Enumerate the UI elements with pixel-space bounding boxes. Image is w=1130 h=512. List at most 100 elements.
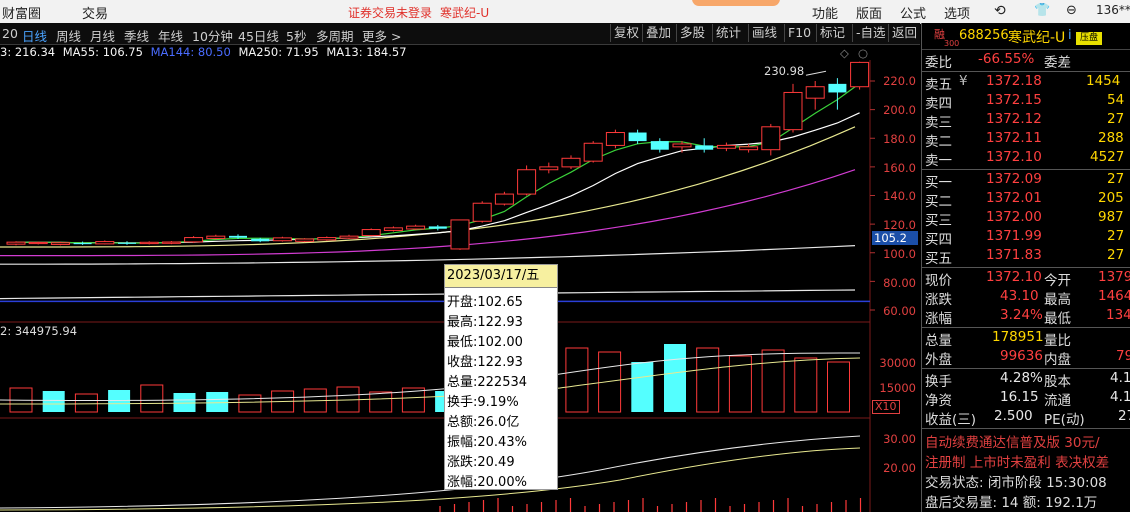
minus-circle-icon[interactable]: ⊖ [1066, 3, 1077, 18]
stat-value: 16.15 [1000, 389, 1039, 405]
volume-bar [206, 392, 229, 412]
ask-price: 1372.12 [986, 111, 1042, 127]
tooltip-amplitude: 振幅:20.43% [447, 435, 527, 450]
candle-body [95, 241, 115, 245]
candle-body [472, 202, 492, 222]
ask-row[interactable]: 卖二 1372.11 288 [922, 130, 1130, 150]
btn-stats[interactable]: 统计 [712, 24, 744, 42]
shirt-icon[interactable]: 👕 [1034, 3, 1050, 18]
period-multi[interactable]: 多周期 [316, 26, 354, 45]
stat-label: 内盘 [1044, 352, 1071, 368]
candle-body [828, 83, 847, 93]
stock-name: 寒武纪-U [1008, 30, 1066, 46]
ask-row[interactable]: 卖四 1372.15 54 [922, 92, 1130, 112]
ask-row[interactable]: 卖一 1372.10 4527 [922, 149, 1130, 169]
period-10min[interactable]: 10分钟 [192, 26, 233, 45]
stat-value: 79 [1116, 348, 1130, 364]
menu-logo[interactable]: 财富圈 [2, 3, 41, 22]
bid-row[interactable]: 买一 1372.09 27 [922, 171, 1130, 191]
period-year[interactable]: 年线 [158, 26, 183, 45]
stat-label: PE(动) [1044, 412, 1085, 428]
btn-draw[interactable]: 画线 [748, 24, 780, 42]
chip-icon[interactable]: 压盘 [1076, 32, 1102, 45]
price-axis-label: 140.0 [883, 189, 916, 203]
period-45day[interactable]: 45日线 [238, 26, 279, 45]
candle-body [716, 144, 736, 149]
period-week[interactable]: 周线 [56, 26, 81, 45]
bid-label: 买五 [925, 251, 952, 267]
stat-value: 27 [1118, 408, 1130, 424]
stat-row: 换手 4.28% 股本 4.1 [922, 370, 1130, 390]
window-stock-title: 寒武纪-U [440, 6, 490, 20]
period-5sec[interactable]: 5秒 [286, 26, 306, 45]
news-line[interactable]: 注册制 上市时未盈利 表决权差 [925, 451, 1109, 471]
high-mark-arrow [805, 70, 827, 76]
volume-label: 2: 344975.94 [0, 324, 78, 338]
candle-body [139, 241, 159, 245]
period-month[interactable]: 月线 [90, 26, 115, 45]
btn-watchlist[interactable]: -自选 [852, 24, 889, 42]
menu-trade[interactable]: 交易 [82, 3, 108, 22]
bid-label: 买一 [925, 175, 952, 191]
bid-qty: 987 [1098, 209, 1124, 225]
stat-label: 最低 [1044, 311, 1071, 327]
ask-row[interactable]: 卖五 ¥ 1372.18 1454 [922, 73, 1130, 93]
quote-header: 融 300 688256 寒武纪-U i 压盘 [922, 23, 1130, 50]
index-300-tag: 300 [944, 39, 960, 48]
account-label[interactable]: 136*** [1096, 3, 1130, 17]
menu-layout[interactable]: 版面 [856, 3, 882, 22]
btn-multistock[interactable]: 多股 [676, 24, 708, 42]
menu-options[interactable]: 选项 [944, 3, 970, 22]
candle-body [295, 238, 315, 242]
bid-row[interactable]: 买四 1371.99 27 [922, 228, 1130, 248]
refresh-icon[interactable]: ⟲ [994, 3, 1006, 19]
btn-back[interactable]: 返回 [888, 24, 920, 42]
candle-body [161, 241, 181, 244]
volume-bar [631, 362, 654, 412]
candle-body [383, 227, 403, 231]
ma55-value: MA55: 106.75 [62, 45, 143, 59]
high-mark-label: 230.98 [764, 64, 805, 78]
weibi-value: -66.55% [978, 51, 1035, 67]
stat-value: 1464 [1098, 288, 1130, 304]
after-hours-volume: 盘后交易量: 14 额: 192.1万 [925, 495, 1098, 511]
info-badge[interactable]: i [1068, 28, 1072, 43]
news-line[interactable]: 自动续费通达信普及版 30元/ [925, 431, 1100, 451]
btn-f10[interactable]: F10 [784, 24, 814, 42]
ask-price: 1372.18 [986, 73, 1042, 89]
ask-row[interactable]: 卖三 1372.12 27 [922, 111, 1130, 131]
diamond-icon[interactable]: ◇ [840, 46, 849, 60]
btn-fuquan[interactable]: 复权 [610, 24, 642, 42]
candle-body [206, 235, 226, 239]
btn-mark[interactable]: 标记 [816, 24, 848, 42]
bid-label: 买二 [925, 194, 952, 210]
stat-label: 外盘 [925, 352, 952, 368]
menu-function[interactable]: 功能 [812, 3, 838, 22]
bid-row[interactable]: 买二 1372.01 205 [922, 190, 1130, 210]
period-quarter[interactable]: 季线 [124, 26, 149, 45]
bid-qty: 27 [1107, 247, 1125, 263]
period-more[interactable]: 更多 > [362, 26, 401, 45]
candle-body [28, 241, 48, 245]
candle-body [73, 243, 92, 245]
tooltip-date: 2023/03/17/五 [445, 265, 557, 288]
price-axis-label: 100.0 [883, 247, 916, 261]
bid-row[interactable]: 买五 1371.83 27 [922, 247, 1130, 267]
bid-qty: 27 [1107, 171, 1125, 187]
volume-unit-badge: X10 [872, 400, 900, 414]
menu-formula[interactable]: 公式 [900, 3, 926, 22]
ask-price: 1372.10 [986, 149, 1042, 165]
notification-pill[interactable] [692, 0, 780, 6]
quote-panel: 融 300 688256 寒武纪-U i 压盘 委比 -66.55% 委差 卖五… [921, 23, 1130, 512]
period-day[interactable]: 日线 [22, 26, 47, 45]
login-warning[interactable]: 证券交易未登录 [348, 4, 432, 21]
btn-overlay[interactable]: 叠加 [642, 24, 674, 42]
circle-icon[interactable]: ○ [858, 46, 868, 60]
ask-price: 1372.15 [986, 92, 1042, 108]
stat-row: 涨幅 3.24% 最低 134 [922, 307, 1130, 327]
bid-row[interactable]: 买三 1372.00 987 [922, 209, 1130, 229]
ma-legend: 3: 216.34 MA55: 106.75 MA144: 80.50 MA25… [0, 45, 411, 61]
menu-bar: 财富圈 交易 证券交易未登录 寒武纪-U 功能 版面 公式 选项 ⟲ 👕 ⊖ 1… [0, 0, 1130, 24]
candle-body [539, 166, 559, 171]
stat-label: 涨幅 [925, 311, 952, 327]
